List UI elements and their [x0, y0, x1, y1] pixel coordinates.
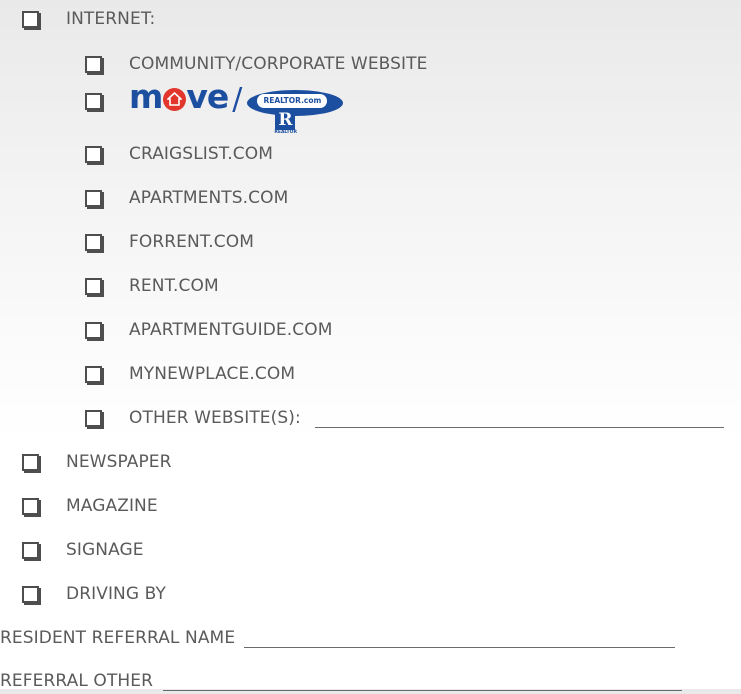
label-magazine: MAGAZINE	[66, 496, 158, 516]
referral-other-field[interactable]	[163, 672, 683, 691]
label-mynewplace: MYNEWPLACE.COM	[129, 364, 296, 384]
checkbox-magazine[interactable]	[22, 497, 39, 515]
realtor-logo-text: REALTOR.com	[257, 94, 328, 108]
option-move-realtor: move mve / REALTOR.com R REALTOR	[85, 80, 344, 136]
realtor-logo: REALTOR.com R REALTOR	[247, 88, 344, 136]
option-mynewplace: MYNEWPLACE.COM	[85, 361, 295, 387]
option-driving-by: DRIVING BY	[22, 581, 166, 607]
checkbox-signage[interactable]	[22, 541, 39, 559]
checkbox-mynewplace[interactable]	[85, 365, 102, 383]
label-resident-referral: RESIDENT REFERRAL NAME	[0, 628, 236, 648]
move-logo: move mve	[129, 77, 229, 116]
option-apartments: APARTMENTS.COM	[85, 185, 288, 211]
checkbox-rent[interactable]	[85, 277, 102, 295]
label-other-websites: OTHER WEBSITE(S):	[129, 408, 301, 428]
option-craigslist: CRAIGSLIST.COM	[85, 141, 273, 167]
resident-referral-field[interactable]	[244, 629, 676, 648]
label-internet: INTERNET:	[66, 9, 156, 29]
other-websites-field[interactable]	[314, 409, 724, 428]
option-forrent: FORRENT.COM	[85, 229, 254, 255]
checkbox-forrent[interactable]	[85, 233, 102, 251]
label-craigslist: CRAIGSLIST.COM	[129, 144, 273, 164]
label-apartmentguide: APARTMENTGUIDE.COM	[129, 320, 333, 340]
checkbox-craigslist[interactable]	[85, 145, 102, 163]
checkbox-apartmentguide[interactable]	[85, 321, 102, 339]
checkbox-community-website[interactable]	[85, 55, 102, 73]
option-apartmentguide: APARTMENTGUIDE.COM	[85, 317, 332, 343]
label-newspaper: NEWSPAPER	[66, 452, 172, 472]
option-community-website: COMMUNITY/CORPORATE WEBSITE	[85, 51, 427, 77]
option-signage: SIGNAGE	[22, 537, 144, 563]
resident-referral-row: RESIDENT REFERRAL NAME	[0, 625, 676, 651]
label-rent: RENT.COM	[129, 276, 219, 296]
option-magazine: MAGAZINE	[22, 493, 158, 519]
referral-other-row: REFERRAL OTHER	[0, 668, 683, 694]
option-other-websites: OTHER WEBSITE(S):	[85, 405, 724, 431]
option-newspaper: NEWSPAPER	[22, 449, 172, 475]
label-community-website: COMMUNITY/CORPORATE WEBSITE	[129, 54, 428, 74]
option-rent: RENT.COM	[85, 273, 219, 299]
checkbox-newspaper[interactable]	[22, 453, 39, 471]
checkbox-other-websites[interactable]	[85, 409, 102, 427]
label-driving-by: DRIVING BY	[66, 584, 166, 604]
realtor-mark-caption: REALTOR	[274, 130, 297, 135]
option-internet: INTERNET:	[22, 6, 155, 32]
label-forrent: FORRENT.COM	[129, 232, 255, 252]
label-signage: SIGNAGE	[66, 540, 144, 560]
house-icon	[163, 88, 187, 111]
label-referral-other: REFERRAL OTHER	[0, 671, 154, 691]
logo-separator: /	[232, 82, 243, 117]
checkbox-apartments[interactable]	[85, 189, 102, 207]
checkbox-move-realtor[interactable]	[85, 93, 102, 110]
label-apartments: APARTMENTS.COM	[129, 188, 289, 208]
realtor-mark: R	[275, 110, 296, 130]
checkbox-driving-by[interactable]	[22, 585, 39, 603]
checkbox-internet[interactable]	[22, 10, 39, 28]
